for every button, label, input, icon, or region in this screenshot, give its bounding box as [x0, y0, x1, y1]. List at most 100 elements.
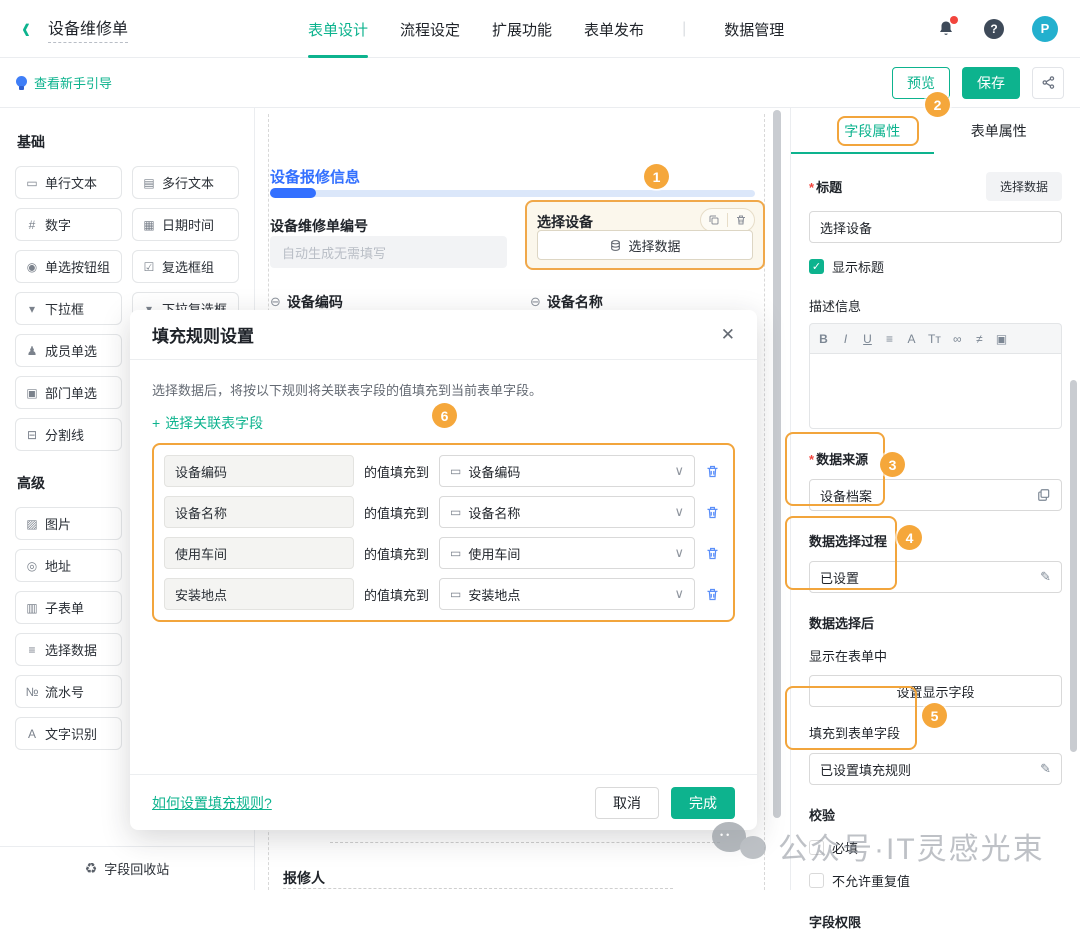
field-item-ocr[interactable]: A文字识别 — [15, 717, 122, 750]
rule-source-field[interactable]: 安装地点 — [164, 578, 354, 610]
divider-icon: ⊟ — [25, 428, 39, 442]
rule-target-dropdown[interactable]: ▭使用车间∨ — [439, 537, 695, 569]
unlink-icon[interactable]: ≠ — [974, 332, 985, 346]
field-item-image[interactable]: ▨图片 — [15, 507, 122, 540]
device-name-field[interactable]: ⊖ 设备名称 — [530, 292, 603, 312]
linked-icon: ⊖ — [270, 294, 281, 310]
fill-rules-field[interactable]: 已设置填充规则 ✎ — [809, 753, 1062, 785]
checkbox-unchecked-icon[interactable] — [809, 840, 824, 855]
device-code-label: 设备编码 — [287, 292, 343, 312]
tab-form-publish[interactable]: 表单发布 — [584, 0, 644, 58]
rule-row: 使用车间 的值填充到 ▭使用车间∨ — [164, 537, 723, 569]
field-item-department-select[interactable]: ▣部门单选 — [15, 376, 122, 409]
field-item-serial-number[interactable]: №流水号 — [15, 675, 122, 708]
edit-icon[interactable]: ✎ — [1040, 569, 1051, 585]
selection-process-field[interactable]: 已设置 ✎ — [809, 561, 1062, 593]
edit-icon[interactable]: ✎ — [1040, 761, 1051, 777]
field-item-member-select[interactable]: ♟成员单选 — [15, 334, 122, 367]
form-section-title[interactable]: 设备报修信息 — [270, 166, 360, 187]
required-checkbox-row[interactable]: 必填 — [809, 838, 1062, 857]
serial-field-input[interactable]: 自动生成无需填写 — [270, 236, 507, 268]
rule-source-field[interactable]: 使用车间 — [164, 537, 354, 569]
delete-rule-icon[interactable] — [705, 546, 723, 561]
align-icon[interactable]: ≡ — [884, 332, 895, 346]
show-in-form-label: 显示在表单中 — [809, 646, 1062, 665]
modal-footer-buttons: 取消 完成 — [595, 787, 735, 819]
field-item-label: 子表单 — [45, 598, 84, 617]
tab-data-management[interactable]: 数据管理 — [724, 0, 784, 58]
italic-icon[interactable]: I — [840, 332, 851, 346]
field-item-multi-text[interactable]: ▤多行文本 — [132, 166, 239, 199]
no-duplicate-checkbox-row[interactable]: 不允许重复值 — [809, 871, 1062, 890]
avatar[interactable]: P — [1032, 16, 1058, 42]
select-data-button[interactable]: 选择数据 — [537, 230, 753, 260]
show-title-checkbox-row[interactable]: ✓ 显示标题 — [809, 257, 1062, 276]
rule-target-dropdown[interactable]: ▭设备名称∨ — [439, 496, 695, 528]
field-item-dropdown[interactable]: ▾下拉框 — [15, 292, 122, 325]
tab-form-design[interactable]: 表单设计 — [308, 0, 368, 58]
rule-target-value: 安装地点 — [468, 585, 520, 604]
share-icon[interactable] — [1032, 67, 1064, 99]
confirm-button[interactable]: 完成 — [671, 787, 735, 819]
tab-flow-settings[interactable]: 流程设定 — [400, 0, 460, 58]
rule-source-field[interactable]: 设备名称 — [164, 496, 354, 528]
field-item-number[interactable]: #数字 — [15, 208, 122, 241]
calendar-icon: ▦ — [142, 218, 156, 232]
link-icon[interactable]: ∞ — [952, 332, 963, 346]
notification-bell-icon[interactable] — [936, 18, 956, 40]
linked-icon: ⊖ — [530, 294, 541, 310]
device-code-field[interactable]: ⊖ 设备编码 — [270, 292, 343, 312]
description-textarea[interactable] — [809, 353, 1062, 429]
select-device-field-selected[interactable]: 选择设备 选择数据 — [525, 200, 765, 270]
annotation-badge-3: 3 — [880, 452, 905, 477]
tab-extensions[interactable]: 扩展功能 — [492, 0, 552, 58]
copy-icon[interactable] — [701, 209, 727, 231]
notification-dot — [950, 16, 958, 24]
delete-rule-icon[interactable] — [705, 505, 723, 520]
data-source-field[interactable]: 设备档案 — [809, 479, 1062, 511]
delete-rule-icon[interactable] — [705, 587, 723, 602]
font-size-icon[interactable]: Tт — [928, 332, 941, 346]
checkbox-unchecked-icon[interactable] — [809, 873, 824, 888]
linked-form-icon[interactable] — [1037, 488, 1051, 502]
help-link[interactable]: 如何设置填充规则? — [152, 793, 272, 813]
field-item-divider[interactable]: ⊟分割线 — [15, 418, 122, 451]
insert-image-icon[interactable]: ▣ — [996, 332, 1007, 346]
field-item-radio-group[interactable]: ◉单选按钮组 — [15, 250, 122, 283]
save-button[interactable]: 保存 — [962, 67, 1020, 99]
field-recycle-bin[interactable]: ♻ 字段回收站 — [0, 846, 254, 890]
help-icon[interactable]: ? — [984, 19, 1004, 39]
multi-text-icon: ▤ — [142, 176, 156, 190]
delete-rule-icon[interactable] — [705, 464, 723, 479]
field-item-label: 图片 — [45, 514, 71, 533]
checkbox-checked-icon[interactable]: ✓ — [809, 259, 824, 274]
form-title[interactable]: 设备维修单 — [48, 15, 128, 43]
back-icon[interactable]: ‹ — [22, 13, 30, 44]
field-item-select-data[interactable]: ≡选择数据 — [15, 633, 122, 666]
field-item-subform[interactable]: ▥子表单 — [15, 591, 122, 624]
field-type-chip[interactable]: 选择数据 — [986, 172, 1062, 201]
tab-form-properties[interactable]: 表单属性 — [936, 121, 1063, 141]
dropdown-icon: ▾ — [25, 302, 39, 316]
cancel-button[interactable]: 取消 — [595, 787, 659, 819]
add-related-field-link[interactable]: + 选择关联表字段 — [152, 413, 263, 433]
newbie-guide-link[interactable]: 查看新手引导 — [16, 73, 112, 92]
panel-scrollbar[interactable] — [1070, 380, 1077, 752]
field-item-single-text[interactable]: ▭单行文本 — [15, 166, 122, 199]
field-item-checkbox-group[interactable]: ☑复选框组 — [132, 250, 239, 283]
bold-icon[interactable]: B — [818, 332, 829, 346]
canvas-scrollbar[interactable] — [773, 110, 781, 818]
rule-target-dropdown[interactable]: ▭安装地点∨ — [439, 578, 695, 610]
delete-icon[interactable] — [728, 209, 754, 231]
tab-field-properties[interactable]: 字段属性 — [809, 121, 936, 141]
field-item-datetime[interactable]: ▦日期时间 — [132, 208, 239, 241]
underline-icon[interactable]: U — [862, 332, 873, 346]
close-icon[interactable]: ✕ — [721, 325, 735, 345]
checkbox-icon: ☑ — [142, 260, 156, 274]
rule-source-field[interactable]: 设备编码 — [164, 455, 354, 487]
field-item-label: 文字识别 — [45, 724, 97, 743]
rule-target-dropdown[interactable]: ▭设备编码∨ — [439, 455, 695, 487]
field-item-address[interactable]: ◎地址 — [15, 549, 122, 582]
font-color-icon[interactable]: A — [906, 332, 917, 346]
title-input[interactable]: 选择设备 — [809, 211, 1062, 243]
